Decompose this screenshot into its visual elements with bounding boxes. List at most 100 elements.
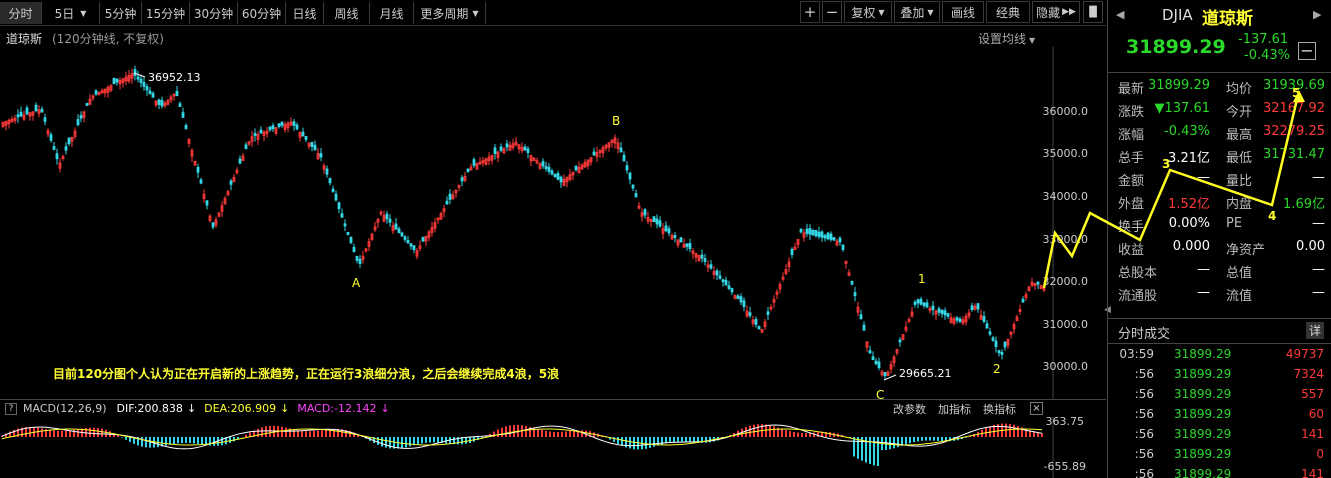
- macd-header: ? MACD(12,26,9) DIF:200.838 ↓ DEA:206.90…: [0, 399, 1106, 417]
- analysis-note: 目前120分图个人认为正在开启新的上涨趋势，正在运行3浪细分浪，之后会继续完成4…: [53, 367, 560, 381]
- trade-volume: 7324: [1293, 367, 1324, 381]
- stat-label: 换手: [1118, 220, 1145, 235]
- trade-time: :56: [1134, 467, 1154, 478]
- period-tab-9[interactable]: 更多周期 ▼: [414, 2, 486, 24]
- macd-value: MACD:-12.142: [297, 402, 377, 415]
- stat-label: 最高: [1226, 128, 1253, 143]
- kline-chart[interactable]: 36952.13 29665.21 A B C 1 2 目前120分图个人认为正…: [0, 47, 1106, 402]
- stat-label: 量比: [1226, 174, 1253, 189]
- price-pct: -0.43%: [1244, 48, 1290, 63]
- hide-button[interactable]: 隐藏 ▶▶: [1032, 1, 1080, 23]
- stat-value: —: [1197, 285, 1210, 300]
- next-index-icon[interactable]: ▶: [1313, 8, 1321, 21]
- stat-row: 涨跌 ▼137.61 今开 32167.92: [1108, 98, 1331, 121]
- trade-time: :56: [1134, 427, 1154, 441]
- ma-setting-label: 设置均线: [978, 32, 1027, 46]
- period-tab-2[interactable]: 5分钟: [100, 2, 142, 24]
- period-tab-3[interactable]: 15分钟: [142, 2, 190, 24]
- stat-value: 32279.25: [1262, 124, 1325, 139]
- macd-chart[interactable]: 363.75 -655.89: [0, 415, 1106, 478]
- kline-svg: [1, 47, 1054, 399]
- low-price-label: 29665.21: [899, 367, 952, 380]
- stat-value: 0.00%: [1168, 216, 1210, 231]
- period-tab-7[interactable]: 周线: [324, 2, 370, 24]
- chart-desc-label: (120分钟线, 不复权): [52, 32, 164, 46]
- change-param-button[interactable]: 改参数: [893, 401, 926, 417]
- trade-price: 31899.29: [1174, 467, 1232, 478]
- switch-indicator-button[interactable]: 换指标: [983, 401, 1016, 417]
- period-tab-8[interactable]: 月线: [370, 2, 414, 24]
- trade-time: :56: [1134, 387, 1154, 401]
- trade-price: 31899.29: [1174, 367, 1232, 381]
- classic-button[interactable]: 经典: [986, 1, 1030, 23]
- period-tab-1[interactable]: 5日 ▼: [42, 2, 100, 24]
- double-chevron-right-icon: ▶▶: [1062, 7, 1076, 17]
- price-tick: 30000.0: [1042, 360, 1089, 373]
- trade-price: 31899.29: [1174, 427, 1232, 441]
- stat-value: 0.000: [1172, 239, 1210, 254]
- wave-label-2: 2: [993, 362, 1001, 376]
- quote-panel: ◀ DJIA 道琼斯 ▶ 31899.29 -137.61 -0.43% − 最…: [1107, 0, 1331, 478]
- index-code: DJIA: [1162, 6, 1193, 24]
- stat-label: 最新: [1118, 82, 1145, 97]
- arrow-down-icon: ↓: [380, 402, 390, 415]
- ma-setting-button[interactable]: 设置均线 ▼: [978, 30, 1035, 47]
- add-indicator-button[interactable]: 加指标: [938, 401, 971, 417]
- stat-value: 1.69亿: [1283, 197, 1325, 212]
- dif-value: DIF:200.838: [116, 402, 183, 415]
- trade-price: 31899.29: [1174, 347, 1232, 361]
- macd-svg: [1, 417, 1054, 478]
- stat-row: 流通股 — 流值 —: [1108, 282, 1331, 305]
- collapse-minus-button[interactable]: −: [1298, 42, 1316, 60]
- collapse-panel-button[interactable]: ▐▌: [1083, 1, 1103, 23]
- stat-value: 31899.29: [1147, 78, 1210, 93]
- period-tab-4[interactable]: 30分钟: [190, 2, 238, 24]
- stat-label: 均价: [1226, 82, 1253, 97]
- current-price: 31899.29: [1126, 36, 1226, 58]
- trades-list: 03:59 31899.29 49737:56 31899.29 7324:56 3189…: [1108, 345, 1331, 478]
- trade-volume: 141: [1301, 427, 1324, 441]
- period-tab-5[interactable]: 60分钟: [238, 2, 286, 24]
- chevron-down-icon: ▼: [1029, 36, 1036, 45]
- price-tick: 36000.0: [1042, 105, 1089, 118]
- chevron-down-icon: ▼: [80, 8, 87, 18]
- stat-label: 金额: [1118, 174, 1145, 189]
- stat-label: 外盘: [1118, 197, 1145, 212]
- wave-label-3: 3: [1162, 157, 1171, 171]
- period-tab-9-label: 更多周期: [420, 6, 469, 21]
- price-tick: 34000.0: [1042, 190, 1089, 203]
- trade-price: 31899.29: [1174, 387, 1232, 401]
- period-tab-0[interactable]: 分时: [0, 2, 42, 24]
- help-icon[interactable]: ?: [5, 402, 17, 415]
- overlay-button[interactable]: 叠加 ▼: [894, 1, 940, 23]
- trades-detail-button[interactable]: 详: [1306, 322, 1325, 339]
- chart-subtitle-bar: 道琼斯 (120分钟线, 不复权) 设置均线 ▼: [0, 27, 1106, 47]
- draw-button[interactable]: 画线: [942, 1, 984, 23]
- price-change: -137.61: [1238, 32, 1289, 47]
- stat-label: 涨跌: [1118, 105, 1145, 120]
- trade-row: :56 31899.29 141: [1108, 465, 1331, 478]
- period-tab-6[interactable]: 日线: [286, 2, 324, 24]
- zoom-out-button[interactable]: −: [822, 1, 842, 23]
- price-tick: 31000.0: [1042, 318, 1089, 331]
- stat-label: 净资产: [1226, 243, 1266, 258]
- chevron-down-icon: ▼: [472, 8, 479, 18]
- stat-row: 收益 0.000 净资产 0.00: [1108, 236, 1331, 259]
- stat-value: 3.21亿: [1168, 151, 1210, 166]
- macd-label: MACD(12,26,9): [23, 402, 107, 415]
- trade-volume: 141: [1301, 467, 1324, 478]
- stat-label: 总手: [1118, 151, 1145, 166]
- stat-row: 涨幅 -0.43% 最高 32279.25: [1108, 121, 1331, 144]
- fuquan-button[interactable]: 复权 ▼: [844, 1, 892, 23]
- stat-label: 流值: [1226, 289, 1253, 304]
- candles-group: [1, 65, 1046, 380]
- stat-label: 最低: [1226, 151, 1253, 166]
- overlay-label: 叠加: [900, 5, 925, 20]
- wave-label-4: 4: [1268, 209, 1277, 223]
- close-icon[interactable]: ×: [1030, 402, 1043, 415]
- stat-value: —: [1312, 262, 1325, 277]
- trade-time: :56: [1134, 367, 1154, 381]
- prev-index-icon[interactable]: ◀: [1116, 8, 1124, 21]
- zoom-in-button[interactable]: +: [800, 1, 820, 23]
- chevron-down-icon: ▼: [927, 7, 934, 17]
